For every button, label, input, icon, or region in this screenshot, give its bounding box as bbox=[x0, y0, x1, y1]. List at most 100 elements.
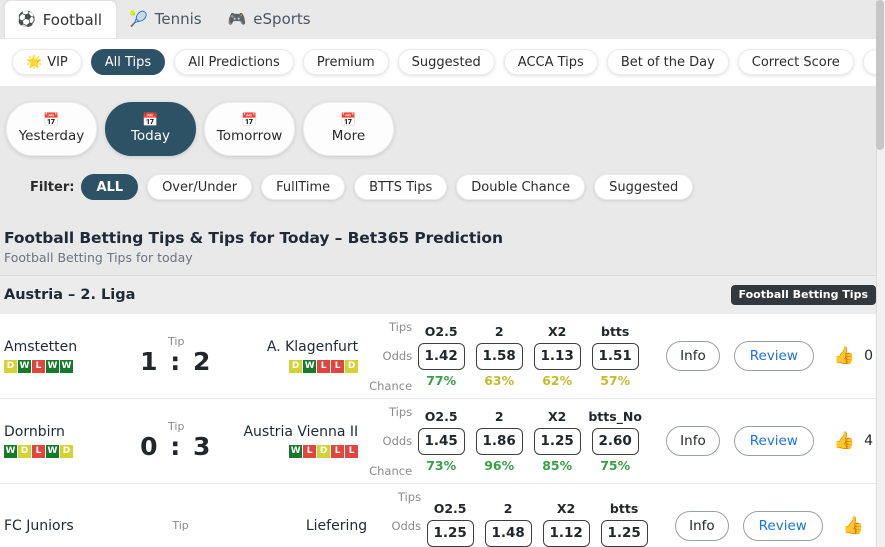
filter-chip-double-chance[interactable]: Double Chance bbox=[456, 174, 586, 200]
form-badge-l: L bbox=[317, 359, 331, 373]
market-name: O2.5 bbox=[424, 408, 458, 424]
like-counter[interactable]: 👍 0 bbox=[834, 347, 873, 365]
label-tips: Tips bbox=[397, 490, 422, 504]
sport-tab-football[interactable]: ⚽ Football bbox=[4, 0, 118, 38]
home-team-name: Dornbirn bbox=[4, 424, 65, 441]
table-row[interactable]: Dornbirn W D L W D Tip 0 : 3 Austria Vienna II W L… bbox=[0, 399, 877, 484]
form-badge-d: D bbox=[18, 444, 31, 458]
chip-sure-tips[interactable]: Sure Tips bbox=[862, 49, 877, 75]
away-team-name: Austria Vienna II bbox=[243, 424, 359, 441]
review-button[interactable]: Review bbox=[733, 341, 814, 371]
form-badge-w: W bbox=[46, 359, 59, 373]
odds-value[interactable]: 1.58 bbox=[475, 342, 523, 370]
like-counter[interactable]: 👍 bbox=[843, 517, 873, 535]
odds-value[interactable]: 1.25 bbox=[533, 427, 581, 455]
calendar-icon: 📅 bbox=[142, 113, 159, 128]
chip-label: All Predictions bbox=[188, 54, 280, 70]
filter-chip-fulltime[interactable]: FullTime bbox=[261, 174, 346, 200]
filter-chip-all[interactable]: ALL bbox=[81, 174, 139, 200]
sport-tab-esports[interactable]: 🎮 eSports bbox=[216, 0, 325, 38]
odds-value[interactable]: 2.60 bbox=[591, 427, 639, 455]
odds-table: Tips Odds Chance O2.5 1.45 73% 2 1.86 96% X2 1.25 8… bbox=[366, 404, 644, 478]
tennis-racket-icon: 🎾 bbox=[129, 9, 148, 28]
chip-label: Bet of the Day bbox=[620, 54, 715, 70]
odds-value[interactable]: 1.42 bbox=[417, 342, 465, 370]
sport-tabs: ⚽ Football 🎾 Tennis 🎮 eSports bbox=[0, 0, 877, 38]
page-root: ⚽ Football 🎾 Tennis 🎮 eSports 🌟 VIP All Tips All… bbox=[0, 0, 885, 547]
date-button-more[interactable]: 📅 More bbox=[303, 102, 394, 156]
date-button-today[interactable]: 📅 Today bbox=[105, 102, 196, 156]
chip-acca-tips[interactable]: ACCA Tips bbox=[503, 49, 598, 75]
info-button[interactable]: Info bbox=[675, 511, 729, 541]
away-team-name: A. Klagenfurt bbox=[266, 339, 359, 356]
chip-all-predictions[interactable]: All Predictions bbox=[174, 49, 294, 75]
chance-value: 57% bbox=[600, 372, 631, 388]
info-button[interactable]: Info bbox=[666, 341, 720, 371]
table-row[interactable]: FC JuniorsTipLieferingTipsOddsChanceO2.5… bbox=[0, 484, 877, 547]
chip-correct-score[interactable]: Correct Score bbox=[737, 49, 854, 75]
market-name: X2 bbox=[548, 408, 567, 424]
form-badge-w: W bbox=[46, 444, 59, 458]
chip-premium[interactable]: Premium bbox=[302, 49, 389, 75]
sport-tab-label: eSports bbox=[253, 10, 311, 28]
date-button-tomorrow[interactable]: 📅 Tomorrow bbox=[204, 102, 295, 156]
market-name: O2.5 bbox=[433, 500, 467, 516]
date-button-yesterday[interactable]: 📅 Yesterday bbox=[6, 102, 97, 156]
filter-chips: ALL Over/Under FullTime BTTS Tips Double Cha… bbox=[81, 174, 694, 200]
odds-column: btts 1.51 57% bbox=[586, 324, 644, 388]
calendar-icon: 📅 bbox=[340, 113, 357, 128]
label-chance: Chance bbox=[369, 379, 413, 393]
like-counter[interactable]: 👍 4 bbox=[834, 432, 873, 450]
odds-column: X2 1.25 85% bbox=[528, 408, 586, 473]
date-button-label: Tomorrow bbox=[216, 128, 283, 144]
tip-score: Tip bbox=[121, 520, 240, 532]
odds-value[interactable]: 1.12 bbox=[542, 519, 590, 547]
table-row[interactable]: Amstetten D W L W W Tip 1 : 2 A. Klagenfurt D W L L D… bbox=[0, 314, 877, 399]
filter-chip-suggested[interactable]: Suggested bbox=[594, 174, 694, 200]
market-name: X2 bbox=[556, 500, 576, 516]
home-team-name: Amstetten bbox=[4, 339, 78, 356]
form-badge-w: W bbox=[18, 359, 31, 373]
chance-value: 85% bbox=[542, 457, 573, 473]
filter-chip-btts-tips[interactable]: BTTS Tips bbox=[354, 174, 448, 200]
sport-tab-tennis[interactable]: 🎾 Tennis bbox=[117, 0, 216, 38]
date-selector: 📅 Yesterday 📅 Today 📅 Tomorrow 📅 More bbox=[0, 86, 885, 156]
info-button[interactable]: Info bbox=[666, 426, 720, 456]
chip-all-tips[interactable]: All Tips bbox=[90, 49, 166, 75]
odds-value[interactable]: 1.48 bbox=[484, 519, 532, 547]
thumbs-up-icon[interactable]: 👍 bbox=[834, 347, 855, 365]
match-list: Amstetten D W L W W Tip 1 : 2 A. Klagenfurt D W L L D… bbox=[0, 314, 877, 547]
thumbs-up-icon[interactable]: 👍 bbox=[843, 517, 864, 535]
home-team: Amstetten D W L W W bbox=[4, 339, 118, 373]
odds-value[interactable]: 1.13 bbox=[533, 342, 581, 370]
chip-bet-of-the-day[interactable]: Bet of the Day bbox=[606, 49, 729, 75]
odds-value[interactable]: 1.86 bbox=[475, 427, 523, 455]
label-chance: Chance bbox=[369, 464, 413, 478]
chip-suggested[interactable]: Suggested bbox=[397, 49, 495, 75]
label-tips: Tips bbox=[389, 405, 413, 419]
gamepad-icon: 🎮 bbox=[227, 9, 247, 28]
away-team: A. Klagenfurt D W L L D bbox=[234, 339, 359, 373]
odds-value[interactable]: 1.45 bbox=[417, 427, 465, 455]
odds-value[interactable]: 1.25 bbox=[426, 519, 474, 547]
category-chip-bar[interactable]: 🌟 VIP All Tips All Predictions Premium Sugges… bbox=[0, 38, 877, 86]
sport-tab-bar: ⚽ Football 🎾 Tennis 🎮 eSports bbox=[0, 0, 877, 38]
review-button[interactable]: Review bbox=[742, 511, 823, 541]
chip-vip[interactable]: 🌟 VIP bbox=[12, 49, 82, 75]
tip-score: Tip 0 : 3 bbox=[118, 420, 234, 461]
form-badge-l: L bbox=[303, 444, 317, 458]
chance-value: 77% bbox=[426, 372, 457, 388]
form-badge-l: L bbox=[331, 444, 345, 458]
odds-value[interactable]: 1.25 bbox=[600, 519, 648, 547]
page-scrollbar-thumb[interactable] bbox=[876, 0, 884, 150]
row-actions: Info Review 👍 4 bbox=[666, 426, 873, 456]
date-button-label: Today bbox=[130, 128, 171, 144]
thumbs-up-icon[interactable]: 👍 bbox=[834, 432, 855, 450]
odds-value[interactable]: 1.51 bbox=[591, 342, 639, 370]
home-team: Dornbirn W D L W D bbox=[4, 424, 118, 458]
review-button[interactable]: Review bbox=[733, 426, 814, 456]
away-team: Austria Vienna II W L D L L bbox=[234, 424, 359, 458]
chip-label: All Tips bbox=[104, 54, 152, 70]
market-name: 2 bbox=[494, 323, 504, 339]
filter-chip-over-under[interactable]: Over/Under bbox=[147, 174, 253, 200]
